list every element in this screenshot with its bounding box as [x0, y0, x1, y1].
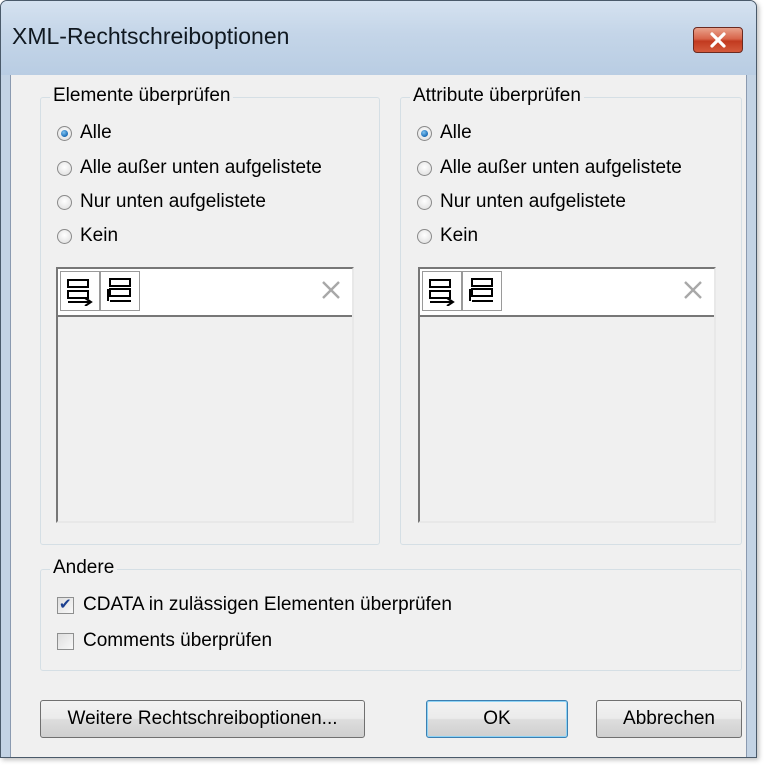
attributes-list[interactable] — [418, 267, 716, 523]
radio-button[interactable] — [417, 125, 432, 141]
dialog-window: XML-Rechtschreiboptionen Elemente überpr… — [0, 0, 757, 758]
delete-icon — [684, 281, 702, 299]
close-button[interactable] — [693, 27, 743, 53]
radio-label: Alle außer unten aufgelistete — [440, 157, 682, 178]
append-element-button[interactable] — [100, 271, 140, 311]
other-group-legend: Andere — [50, 557, 118, 579]
radio-button[interactable] — [57, 194, 72, 210]
cancel-button[interactable]: Abbrechen — [596, 700, 742, 738]
attributes-option-all-except-listed[interactable]: Alle außer unten aufgelistete — [417, 154, 682, 182]
comments-checkbox[interactable] — [57, 632, 74, 650]
other-group: Andere CDATA in zulässigen Elementen übe… — [40, 557, 742, 671]
comments-check-option[interactable]: Comments überprüfen — [57, 626, 272, 656]
radio-label: Alle — [440, 122, 472, 143]
radio-label: Kein — [440, 225, 479, 246]
elements-group-legend: Elemente überprüfen — [50, 85, 234, 107]
title-bar[interactable]: XML-Rechtschreiboptionen — [1, 1, 756, 75]
attributes-option-all[interactable]: Alle — [417, 119, 472, 147]
attributes-list-toolbar — [420, 269, 714, 317]
delete-icon — [322, 281, 340, 299]
append-attribute-button[interactable] — [462, 271, 502, 311]
radio-button[interactable] — [417, 228, 432, 244]
comments-checkbox-label: Comments überprüfen — [83, 630, 273, 651]
elements-list-toolbar — [58, 269, 352, 317]
radio-button[interactable] — [57, 228, 72, 244]
insert-attribute-button[interactable] — [422, 271, 462, 311]
attributes-option-only-listed[interactable]: Nur unten aufgelistete — [417, 188, 626, 216]
elements-group: Elemente überprüfen Alle Alle außer unte… — [40, 85, 380, 545]
insert-row-icon — [429, 279, 455, 306]
radio-label: Nur unten aufgelistete — [80, 191, 266, 212]
dialog-title: XML-Rechtschreiboptionen — [12, 23, 290, 49]
append-row-icon — [107, 278, 131, 302]
insert-element-button[interactable] — [60, 271, 100, 311]
radio-label: Kein — [80, 225, 119, 246]
elements-option-only-listed[interactable]: Nur unten aufgelistete — [57, 188, 266, 216]
radio-label: Alle außer unten aufgelistete — [80, 157, 322, 178]
radio-label: Nur unten aufgelistete — [440, 191, 626, 212]
delete-attribute-button[interactable] — [678, 275, 708, 305]
close-icon — [710, 32, 726, 48]
cdata-check-option[interactable]: CDATA in zulässigen Elementen überprüfen — [57, 590, 452, 620]
radio-button[interactable] — [417, 194, 432, 210]
dialog-client-area: Elemente überprüfen Alle Alle außer unte… — [10, 75, 747, 757]
ok-button[interactable]: OK — [426, 700, 568, 738]
more-spelling-options-button[interactable]: Weitere Rechtschreiboptionen... — [40, 700, 365, 738]
attributes-option-none[interactable]: Kein — [417, 222, 478, 250]
delete-element-button[interactable] — [316, 275, 346, 305]
insert-row-icon — [67, 279, 93, 306]
radio-button[interactable] — [417, 160, 432, 176]
attributes-group: Attribute überprüfen Alle Alle außer unt… — [400, 85, 742, 545]
radio-button[interactable] — [57, 125, 72, 141]
radio-button[interactable] — [57, 160, 72, 176]
elements-option-all[interactable]: Alle — [57, 119, 112, 147]
cdata-checkbox-label: CDATA in zulässigen Elementen überprüfen — [83, 594, 452, 615]
attributes-group-legend: Attribute überprüfen — [410, 85, 584, 107]
append-row-icon — [469, 278, 493, 302]
radio-label: Alle — [80, 122, 112, 143]
cdata-checkbox[interactable] — [57, 595, 74, 614]
elements-list[interactable] — [56, 267, 354, 523]
elements-option-none[interactable]: Kein — [57, 222, 118, 250]
elements-option-all-except-listed[interactable]: Alle außer unten aufgelistete — [57, 154, 322, 182]
